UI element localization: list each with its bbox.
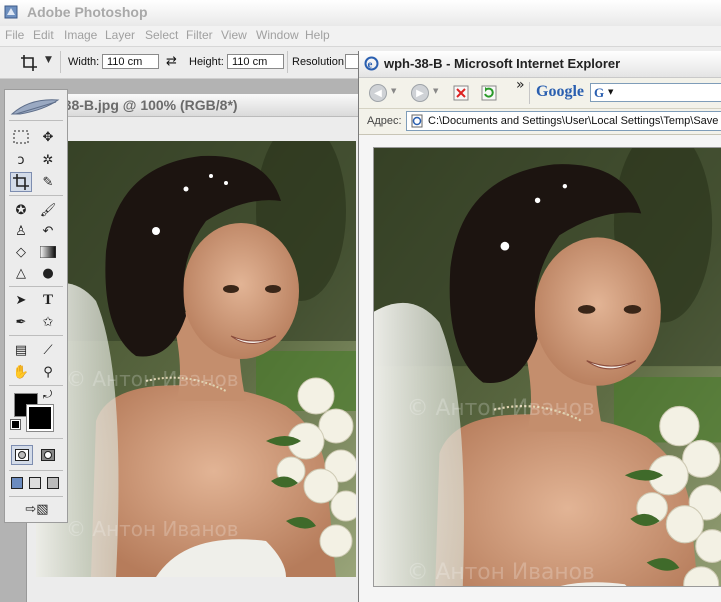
document-title-bar: -38-B.jpg @ 100% (RGB/8*) [26, 94, 360, 117]
watermark-mid: © Антон Иванов [66, 367, 239, 391]
ie-logo-icon: e [364, 56, 379, 71]
gradient-tool-icon[interactable] [37, 242, 59, 262]
forward-icon[interactable]: ▶ [411, 84, 429, 102]
menu-filter[interactable]: Filter [186, 28, 213, 42]
pen-tool-icon[interactable]: ✒ [10, 312, 32, 332]
hand-tool-icon[interactable]: ✋ [10, 362, 32, 382]
toolbar-chevron[interactable]: » [516, 77, 525, 93]
photoshop-menu-bar: File Edit Image Layer Select Filter View… [0, 26, 721, 47]
menu-layer[interactable]: Layer [105, 28, 135, 42]
zoom-tool-icon[interactable]: ⚲ [37, 362, 59, 382]
ie-image-frame: © Антон Иванов © Антон Иванов [373, 147, 721, 587]
photoshop-title-bar: Adobe Photoshop [0, 0, 721, 26]
preset-dropdown-arrow-icon[interactable]: ▼ [45, 55, 52, 65]
standard-mode-icon[interactable] [11, 445, 33, 465]
marquee-tool-icon[interactable] [10, 127, 32, 147]
bride-photo-preview: © Антон Иванов © Антон Иванов [374, 148, 721, 586]
type-tool-icon[interactable]: T [37, 290, 59, 310]
default-colors-icon[interactable] [10, 419, 21, 430]
notes-tool-icon[interactable]: ▤ [10, 340, 32, 360]
feather-logo-icon[interactable] [10, 94, 62, 118]
refresh-icon[interactable] [481, 85, 497, 101]
brush-tool-icon[interactable]: 🖌 [37, 200, 59, 220]
google-dropdown-icon[interactable]: ▼ [608, 88, 613, 96]
eraser-tool-icon[interactable]: ◇ [10, 242, 32, 262]
address-text: C:\Documents and Settings\User\Local Set… [428, 115, 721, 127]
crop-tool-icon[interactable] [10, 172, 32, 192]
screen-mode-standard-icon[interactable] [8, 473, 26, 493]
eyedropper-tool-icon[interactable]: ⟋ [37, 340, 59, 360]
page-icon [411, 114, 423, 128]
resolution-input[interactable] [345, 54, 359, 69]
resolution-label: Resolution: [292, 56, 348, 68]
google-search-input[interactable]: G ▼ [590, 83, 721, 102]
healing-brush-tool-icon[interactable]: ✪ [10, 200, 32, 220]
ie-toolbar: ◀ ▼ ▶ ▼ » Google G ▼ [359, 77, 721, 109]
crop-tool-preset-icon[interactable] [20, 54, 38, 72]
app-title: Adobe Photoshop [27, 4, 148, 20]
toolbox-panel: ✥ ↄ ✲ ✎ ✪ 🖌 ♙ ↶ ◇ △ ● ➤ T ✒ ✩ ▤ ⟋ ✋ ⚲ ⤾ … [4, 89, 68, 523]
forward-dropdown-icon[interactable]: ▼ [433, 87, 438, 95]
google-toolbar-logo[interactable]: Google [536, 83, 584, 101]
ie-window-title: wph-38-B - Microsoft Internet Explorer [384, 56, 621, 71]
ie-address-bar: Адрес: C:\Documents and Settings\User\Lo… [359, 109, 721, 135]
watermark-bottom: © Антон Иванов [66, 517, 239, 541]
clone-stamp-tool-icon[interactable]: ♙ [10, 221, 32, 241]
height-input[interactable]: 110 cm [227, 54, 284, 69]
stop-icon[interactable] [453, 85, 469, 101]
preview-watermark-bottom: © Антон Иванов [407, 560, 595, 585]
photoshop-app-icon [4, 5, 18, 19]
ie-title-bar: e wph-38-B - Microsoft Internet Explorer [359, 51, 721, 78]
menu-file[interactable]: File [5, 28, 24, 42]
document-title: -38-B.jpg @ 100% (RGB/8*) [59, 97, 238, 113]
width-label: Width: [68, 56, 100, 68]
dodge-tool-icon[interactable]: ● [37, 263, 59, 283]
magic-wand-tool-icon[interactable]: ✲ [37, 150, 59, 170]
slice-tool-icon[interactable]: ✎ [37, 172, 59, 192]
jump-to-imageready-icon[interactable]: ⇨▧ [15, 499, 59, 519]
history-brush-tool-icon[interactable]: ↶ [37, 221, 59, 241]
menu-select[interactable]: Select [145, 28, 178, 42]
quick-mask-mode-icon[interactable] [37, 445, 59, 465]
blur-tool-icon[interactable]: △ [10, 263, 32, 283]
lasso-tool-icon[interactable]: ↄ [10, 150, 32, 170]
path-selection-tool-icon[interactable]: ➤ [10, 290, 32, 310]
custom-shape-tool-icon[interactable]: ✩ [37, 312, 59, 332]
background-color-swatch[interactable] [26, 404, 54, 432]
menu-image[interactable]: Image [64, 28, 97, 42]
swap-dimensions-icon[interactable]: ⇄ [166, 54, 177, 69]
back-icon[interactable]: ◀ [369, 84, 387, 102]
width-input[interactable]: 110 cm [102, 54, 159, 69]
address-label: Адрес: [367, 115, 402, 127]
bride-photo: © Антон Иванов © Антон Иванов [36, 141, 356, 577]
menu-help[interactable]: Help [305, 28, 330, 42]
svg-text:e: e [368, 59, 373, 71]
address-input[interactable]: C:\Documents and Settings\User\Local Set… [406, 111, 721, 131]
swap-colors-icon[interactable]: ⤾ [43, 388, 52, 402]
ie-page-content[interactable]: © Антон Иванов © Антон Иванов [359, 135, 721, 602]
move-tool-icon[interactable]: ✥ [37, 127, 59, 147]
back-dropdown-icon[interactable]: ▼ [391, 87, 396, 95]
height-label: Height: [189, 56, 224, 68]
google-g-icon: G [594, 85, 605, 100]
preview-watermark-mid: © Антон Иванов [407, 396, 595, 421]
menu-view[interactable]: View [221, 28, 247, 42]
menu-edit[interactable]: Edit [33, 28, 54, 42]
screen-mode-menu-icon[interactable] [26, 473, 44, 493]
menu-window[interactable]: Window [256, 28, 299, 42]
ie-window: e wph-38-B - Microsoft Internet Explorer… [358, 51, 721, 602]
screen-mode-full-icon[interactable] [44, 473, 62, 493]
